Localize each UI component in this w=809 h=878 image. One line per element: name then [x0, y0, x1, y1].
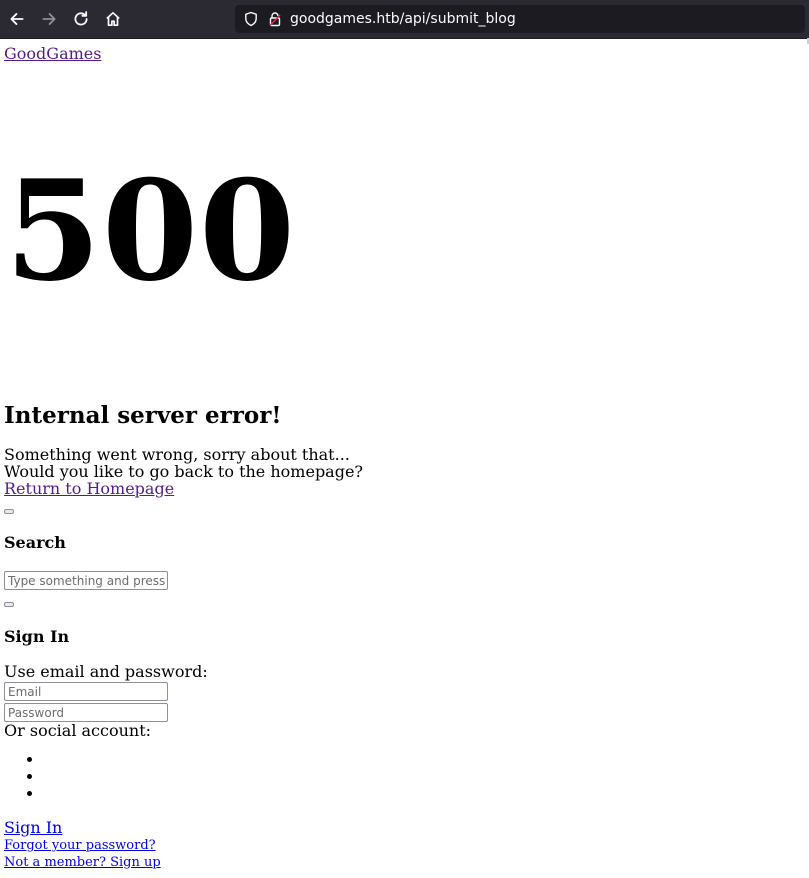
error-code: 500 [5, 149, 297, 312]
search-heading: Search [4, 533, 66, 552]
browser-toolbar: goodgames.htb/api/submit_blog [0, 0, 809, 39]
social-account-text: Or social account: [4, 721, 152, 740]
forward-arrow-icon [42, 13, 56, 25]
error-title: Internal server error! [4, 402, 282, 429]
back-arrow-icon [10, 13, 24, 25]
signin-toggle-button[interactable] [4, 602, 14, 607]
shield-icon[interactable] [243, 11, 259, 27]
use-email-text: Use email and password: [4, 662, 208, 681]
search-input[interactable]: Type something and press Enter [4, 571, 168, 590]
social-account-list [27, 757, 32, 808]
lock-icon[interactable] [267, 11, 283, 27]
url-text: goodgames.htb/api/submit_blog [290, 11, 516, 27]
sign-in-link[interactable]: Sign In [4, 819, 62, 837]
list-item [27, 791, 32, 796]
brand-link[interactable]: GoodGames [4, 45, 101, 63]
list-item [27, 757, 32, 762]
forward-button[interactable] [35, 5, 63, 33]
home-icon [106, 11, 120, 27]
reload-button[interactable] [67, 5, 95, 33]
back-button[interactable] [3, 5, 31, 33]
url-bar[interactable]: goodgames.htb/api/submit_blog [235, 5, 805, 33]
search-toggle-button[interactable] [4, 509, 14, 514]
return-homepage-link[interactable]: Return to Homepage [4, 480, 174, 498]
email-field[interactable]: Email [4, 682, 168, 701]
signin-heading: Sign In [4, 627, 70, 646]
home-button[interactable] [99, 5, 127, 33]
list-item [27, 774, 32, 779]
reload-icon [74, 11, 88, 26]
password-field[interactable]: Password [4, 703, 168, 722]
sign-up-link[interactable]: Not a member? Sign up [4, 855, 161, 870]
forgot-password-link[interactable]: Forgot your password? [4, 838, 156, 853]
